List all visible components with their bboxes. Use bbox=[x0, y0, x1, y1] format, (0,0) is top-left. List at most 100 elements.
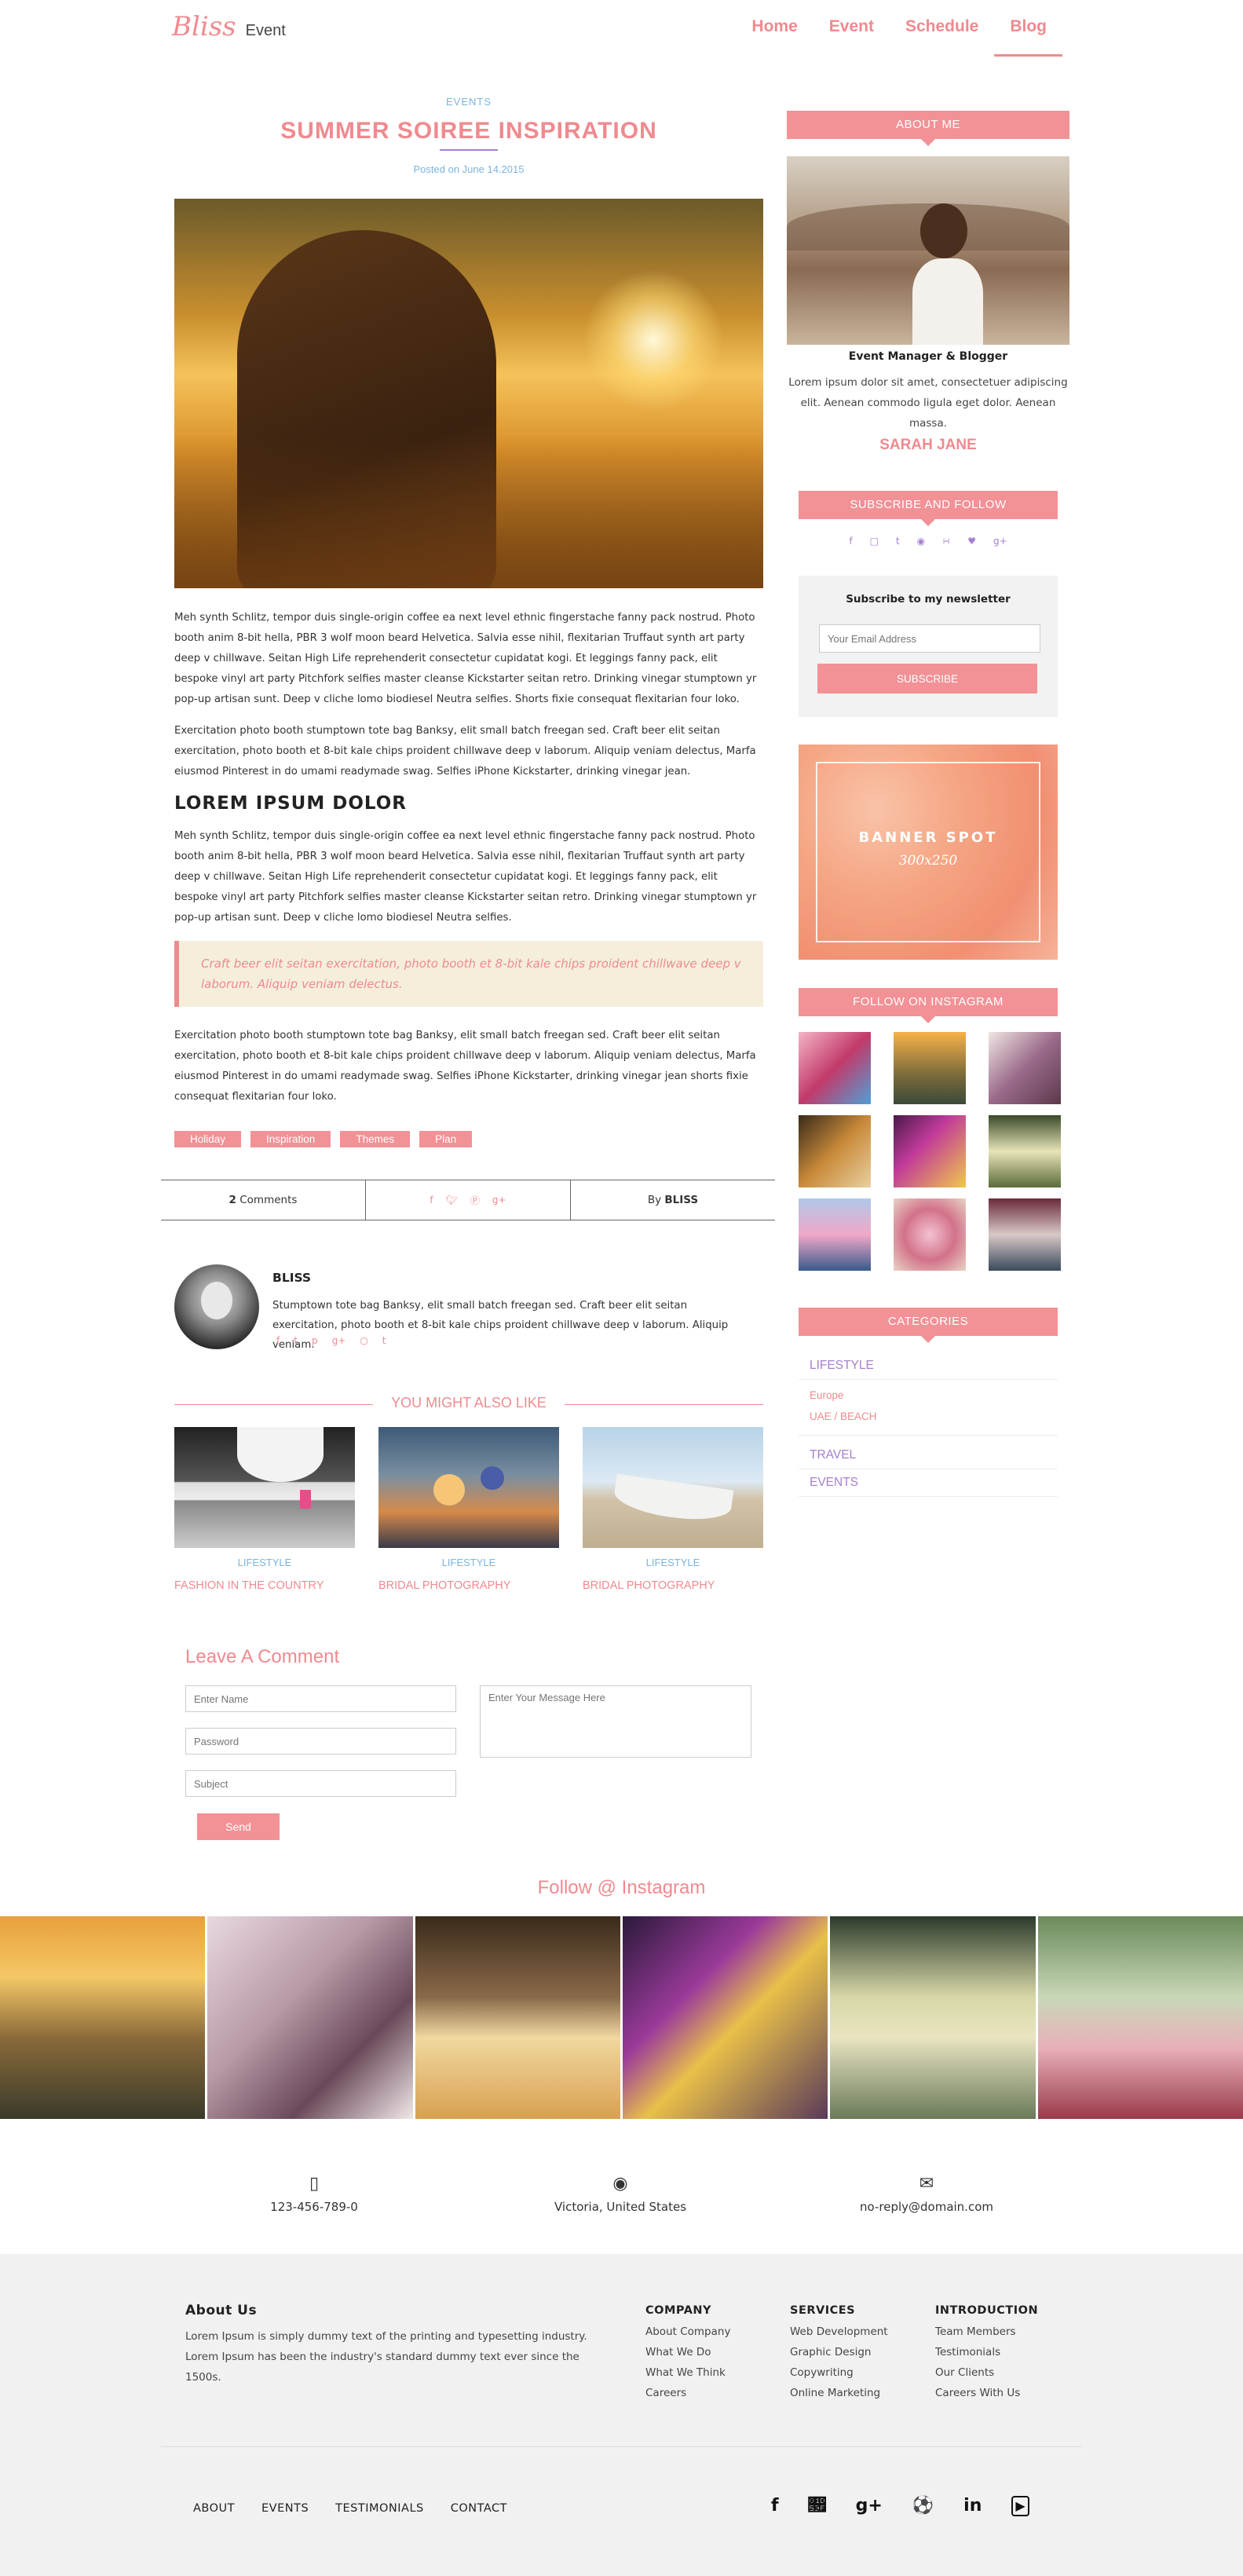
footer-link[interactable]: Graphic Design bbox=[790, 2342, 888, 2362]
comments-count[interactable]: 2 Comments bbox=[161, 1180, 365, 1220]
instagram-thumb[interactable] bbox=[989, 1032, 1061, 1104]
related-image-2[interactable] bbox=[378, 1427, 559, 1548]
heart-icon[interactable]: ♥ bbox=[967, 536, 976, 547]
related-title-3[interactable]: BRIDAL PHOTOGRAPHY bbox=[583, 1579, 715, 1592]
related-image-1[interactable] bbox=[174, 1427, 355, 1548]
pinterest-icon[interactable]: p bbox=[312, 1335, 318, 1346]
instagram-thumb[interactable] bbox=[799, 1115, 871, 1187]
facebook-icon[interactable]: f bbox=[849, 536, 852, 547]
google-plus-icon[interactable]: g+ bbox=[492, 1195, 506, 1206]
twitter-icon[interactable]: t bbox=[294, 1335, 298, 1346]
nav-schedule[interactable]: Schedule bbox=[890, 0, 994, 57]
footer-link[interactable]: Careers bbox=[645, 2383, 730, 2403]
footer-divider bbox=[161, 2446, 1081, 2447]
nav-blog[interactable]: Blog bbox=[994, 0, 1062, 57]
related-image-3[interactable] bbox=[583, 1427, 763, 1548]
footer-nav-contact[interactable]: CONTACT bbox=[451, 2502, 507, 2515]
post-hero-image bbox=[174, 199, 763, 588]
pinterest-icon[interactable]: ◉ bbox=[917, 536, 925, 547]
site-logo[interactable]: Bliss Event bbox=[172, 11, 286, 42]
nav-event[interactable]: Event bbox=[813, 0, 890, 57]
footer-link[interactable]: Web Development bbox=[790, 2322, 888, 2342]
instagram-strip-photo[interactable] bbox=[0, 1916, 206, 2119]
tag-inspiration[interactable]: Inspiration bbox=[250, 1131, 331, 1147]
banner-spot[interactable]: BANNER SPOT 300x250 bbox=[799, 745, 1058, 960]
footer-link[interactable]: What We Think bbox=[645, 2362, 730, 2383]
category-travel[interactable]: TRAVEL bbox=[799, 1442, 1058, 1469]
google-plus-icon[interactable]: g+ bbox=[332, 1335, 346, 1346]
footer-nav-events[interactable]: EVENTS bbox=[261, 2502, 309, 2515]
footer-link[interactable]: Copywriting bbox=[790, 2362, 888, 2383]
sidebar-instagram-grid bbox=[799, 1032, 1061, 1271]
footer-link[interactable]: Online Marketing bbox=[790, 2383, 888, 2403]
related-category-1[interactable]: LIFESTYLE bbox=[174, 1557, 355, 1568]
instagram-thumb[interactable] bbox=[799, 1032, 871, 1104]
dribbble-icon[interactable]: ⚽ bbox=[912, 2496, 934, 2516]
footer-link[interactable]: Our Clients bbox=[935, 2362, 1038, 2383]
instagram-icon[interactable]: □ bbox=[870, 536, 879, 547]
instagram-strip-photo[interactable] bbox=[830, 1916, 1036, 2119]
instagram-thumb[interactable] bbox=[894, 1198, 966, 1271]
footer-nav-about[interactable]: ABOUT bbox=[193, 2502, 235, 2515]
tumblr-icon[interactable]: t bbox=[382, 1335, 386, 1346]
twitter-icon[interactable]: 𝔿 bbox=[809, 2496, 826, 2516]
instagram-thumb[interactable] bbox=[989, 1115, 1061, 1187]
message-textarea[interactable] bbox=[480, 1685, 751, 1758]
category-events[interactable]: EVENTS bbox=[799, 1469, 1058, 1497]
footer-link[interactable]: What We Do bbox=[645, 2342, 730, 2362]
instagram-strip-photo[interactable] bbox=[415, 1916, 620, 2119]
post-category-link[interactable]: EVENTS bbox=[174, 96, 763, 108]
related-title-1[interactable]: FASHION IN THE COUNTRY bbox=[174, 1579, 324, 1592]
instagram-thumb[interactable] bbox=[894, 1032, 966, 1104]
comment-form-heading: Leave A Comment bbox=[185, 1646, 340, 1667]
instagram-strip-photo[interactable] bbox=[1037, 1916, 1243, 2119]
footer-nav-testimonials[interactable]: TESTIMONIALS bbox=[335, 2502, 424, 2515]
send-button[interactable]: Send bbox=[197, 1813, 280, 1840]
youtube-icon[interactable]: ▶ bbox=[1011, 2496, 1029, 2516]
subscribe-button[interactable]: SUBSCRIBE bbox=[817, 664, 1037, 693]
facebook-icon[interactable]: f bbox=[430, 1195, 433, 1206]
related-title-2[interactable]: BRIDAL PHOTOGRAPHY bbox=[378, 1579, 510, 1592]
instagram-icon[interactable]: ○ bbox=[360, 1335, 367, 1346]
contact-phone-text[interactable]: 123-456-789-0 bbox=[236, 2200, 393, 2214]
category-europe[interactable]: Europe bbox=[799, 1385, 1058, 1406]
related-category-3[interactable]: LIFESTYLE bbox=[583, 1557, 763, 1568]
twitter-icon[interactable]: t bbox=[896, 536, 900, 547]
twitter-icon[interactable]: 🐦︎ bbox=[446, 1195, 458, 1206]
rss-icon[interactable]: ∺ bbox=[942, 536, 950, 547]
category-uae-beach[interactable]: UAE / BEACH bbox=[799, 1406, 1058, 1427]
nav-home[interactable]: Home bbox=[736, 0, 813, 57]
tag-holiday[interactable]: Holiday bbox=[174, 1131, 242, 1147]
linkedin-icon[interactable]: in bbox=[963, 2496, 982, 2516]
instagram-thumb[interactable] bbox=[799, 1198, 871, 1271]
instagram-strip-photo[interactable] bbox=[207, 1916, 413, 2119]
logo-script-text: Bliss bbox=[172, 11, 236, 42]
facebook-icon[interactable]: f bbox=[771, 2496, 779, 2516]
byline-author[interactable]: BLISS bbox=[664, 1194, 698, 1206]
facebook-icon[interactable]: f bbox=[276, 1335, 280, 1346]
related-category-2[interactable]: LIFESTYLE bbox=[378, 1557, 559, 1568]
google-plus-icon[interactable]: g+ bbox=[856, 2496, 883, 2516]
newsletter-email-input[interactable] bbox=[819, 624, 1040, 653]
instagram-strip-photo[interactable] bbox=[622, 1916, 828, 2119]
footer-link[interactable]: Team Members bbox=[935, 2322, 1038, 2342]
banner-size: 300x250 bbox=[898, 853, 958, 869]
footer-link[interactable]: Careers With Us bbox=[935, 2383, 1038, 2403]
footer-link[interactable]: About Company bbox=[645, 2322, 730, 2342]
footer-heading-introduction: INTRODUCTION bbox=[935, 2304, 1039, 2317]
author-social: f t p g+ ○ t bbox=[276, 1335, 386, 1346]
subject-input[interactable] bbox=[185, 1770, 456, 1797]
instagram-thumb[interactable] bbox=[989, 1198, 1061, 1271]
category-lifestyle[interactable]: LIFESTYLE bbox=[799, 1352, 1058, 1380]
envelope-icon: ✉ bbox=[919, 2174, 934, 2194]
pinterest-icon[interactable]: Ⓟ bbox=[470, 1194, 480, 1207]
tag-themes[interactable]: Themes bbox=[340, 1131, 411, 1147]
password-input[interactable] bbox=[185, 1728, 456, 1755]
tag-plan[interactable]: Plan bbox=[419, 1131, 473, 1147]
footer-column-services: SERVICES Web Development Graphic Design … bbox=[790, 2304, 888, 2403]
name-input[interactable] bbox=[185, 1685, 456, 1712]
footer-link[interactable]: Testimonials bbox=[935, 2342, 1038, 2362]
contact-email-text[interactable]: no-reply@domain.com bbox=[809, 2200, 1044, 2214]
instagram-thumb[interactable] bbox=[894, 1115, 966, 1187]
google-plus-icon[interactable]: g+ bbox=[993, 536, 1007, 547]
